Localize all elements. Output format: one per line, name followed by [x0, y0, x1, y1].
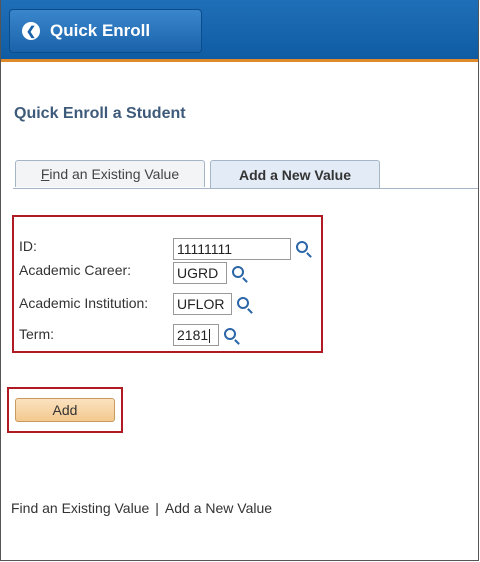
header-bar: ❮ Quick Enroll	[1, 0, 478, 62]
footer-links: Find an Existing Value | Add a New Value	[11, 500, 272, 516]
id-label: ID:	[19, 238, 37, 254]
academic-institution-label: Academic Institution:	[19, 295, 149, 311]
id-lookup-icon[interactable]	[296, 241, 308, 253]
academic-career-label: Academic Career:	[19, 262, 132, 278]
search-criteria-highlight: ID: Academic Career: Academic Institutio…	[12, 215, 323, 353]
chevron-left-icon: ❮	[22, 22, 40, 40]
tab-add-label: Add a New Value	[238, 166, 352, 183]
link-separator: |	[155, 500, 159, 516]
page-title: Quick Enroll a Student	[14, 105, 186, 122]
id-field[interactable]	[173, 238, 291, 260]
tab-find-label: ind an Existing Value	[49, 166, 180, 182]
back-button-label: Quick Enroll	[50, 21, 151, 40]
tab-add-new-value[interactable]: Add a New Value	[210, 160, 380, 188]
tab-find-accesskey: F	[40, 166, 50, 182]
add-button[interactable]: Add	[15, 398, 115, 422]
academic-institution-lookup-icon[interactable]	[237, 297, 249, 309]
term-lookup-icon[interactable]	[224, 328, 236, 340]
academic-institution-field[interactable]	[173, 293, 232, 315]
text-cursor	[209, 329, 211, 344]
academic-career-field[interactable]	[173, 262, 227, 284]
back-button[interactable]: ❮ Quick Enroll	[9, 9, 202, 53]
academic-career-lookup-icon[interactable]	[232, 266, 244, 278]
link-add-new-value[interactable]: Add a New Value	[165, 500, 272, 516]
term-label: Term:	[19, 326, 54, 342]
link-find-existing-value[interactable]: Find an Existing Value	[11, 500, 149, 516]
tab-bar: Find an Existing Value Add a New Value	[13, 160, 478, 189]
tab-find-existing-value[interactable]: Find an Existing Value	[15, 160, 205, 187]
term-field[interactable]: 2181	[173, 324, 219, 346]
term-value: 2181	[177, 327, 209, 343]
add-button-highlight: Add	[7, 387, 123, 433]
